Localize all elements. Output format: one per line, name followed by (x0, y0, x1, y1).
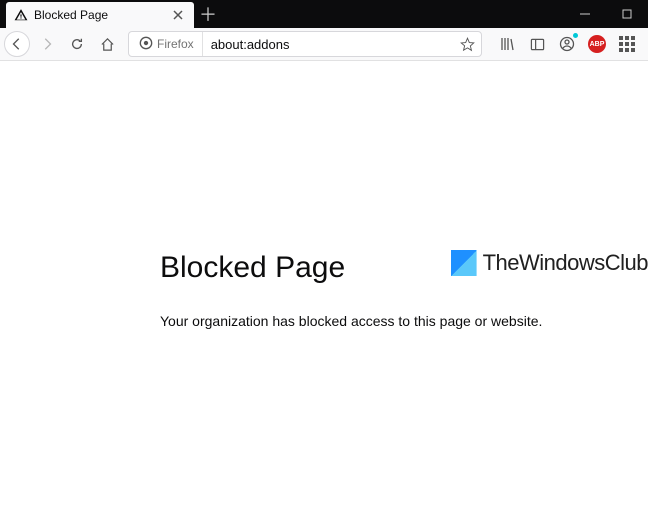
toolbar-end-icons: ABP (490, 33, 644, 55)
new-tab-button[interactable]: ＋ (194, 0, 222, 28)
identity-label: Firefox (157, 37, 194, 51)
sidebar-icon[interactable] (526, 33, 548, 55)
window-controls (564, 0, 648, 28)
home-button[interactable] (94, 31, 120, 57)
window-minimize-button[interactable] (564, 0, 606, 28)
tab-close-button[interactable] (170, 7, 186, 23)
tab-title: Blocked Page (34, 8, 170, 22)
window-maximize-button[interactable] (606, 0, 648, 28)
url-bar[interactable]: Firefox (128, 31, 482, 57)
browser-tab[interactable]: Blocked Page (6, 2, 194, 28)
identity-box[interactable]: Firefox (131, 32, 203, 56)
blocked-page-message: Your organization has blocked access to … (160, 313, 608, 329)
adblock-icon[interactable]: ABP (586, 33, 608, 55)
back-button[interactable] (4, 31, 30, 57)
browser-navbar: Firefox ABP (0, 28, 648, 61)
firefox-logo-icon (139, 36, 153, 53)
watermark-logo-icon (451, 250, 477, 276)
watermark-text: TheWindowsClub (483, 250, 648, 276)
apps-menu-icon[interactable] (616, 33, 638, 55)
browser-titlebar: Blocked Page ＋ (0, 0, 648, 28)
bookmark-star-button[interactable] (455, 32, 479, 56)
firefox-account-icon[interactable] (556, 33, 578, 55)
url-input[interactable] (203, 37, 455, 52)
reload-button[interactable] (64, 31, 90, 57)
warning-icon (14, 8, 28, 22)
forward-button[interactable] (34, 31, 60, 57)
content-area: Blocked Page Your organization has block… (0, 61, 648, 528)
library-icon[interactable] (496, 33, 518, 55)
watermark: TheWindowsClub (451, 250, 648, 276)
